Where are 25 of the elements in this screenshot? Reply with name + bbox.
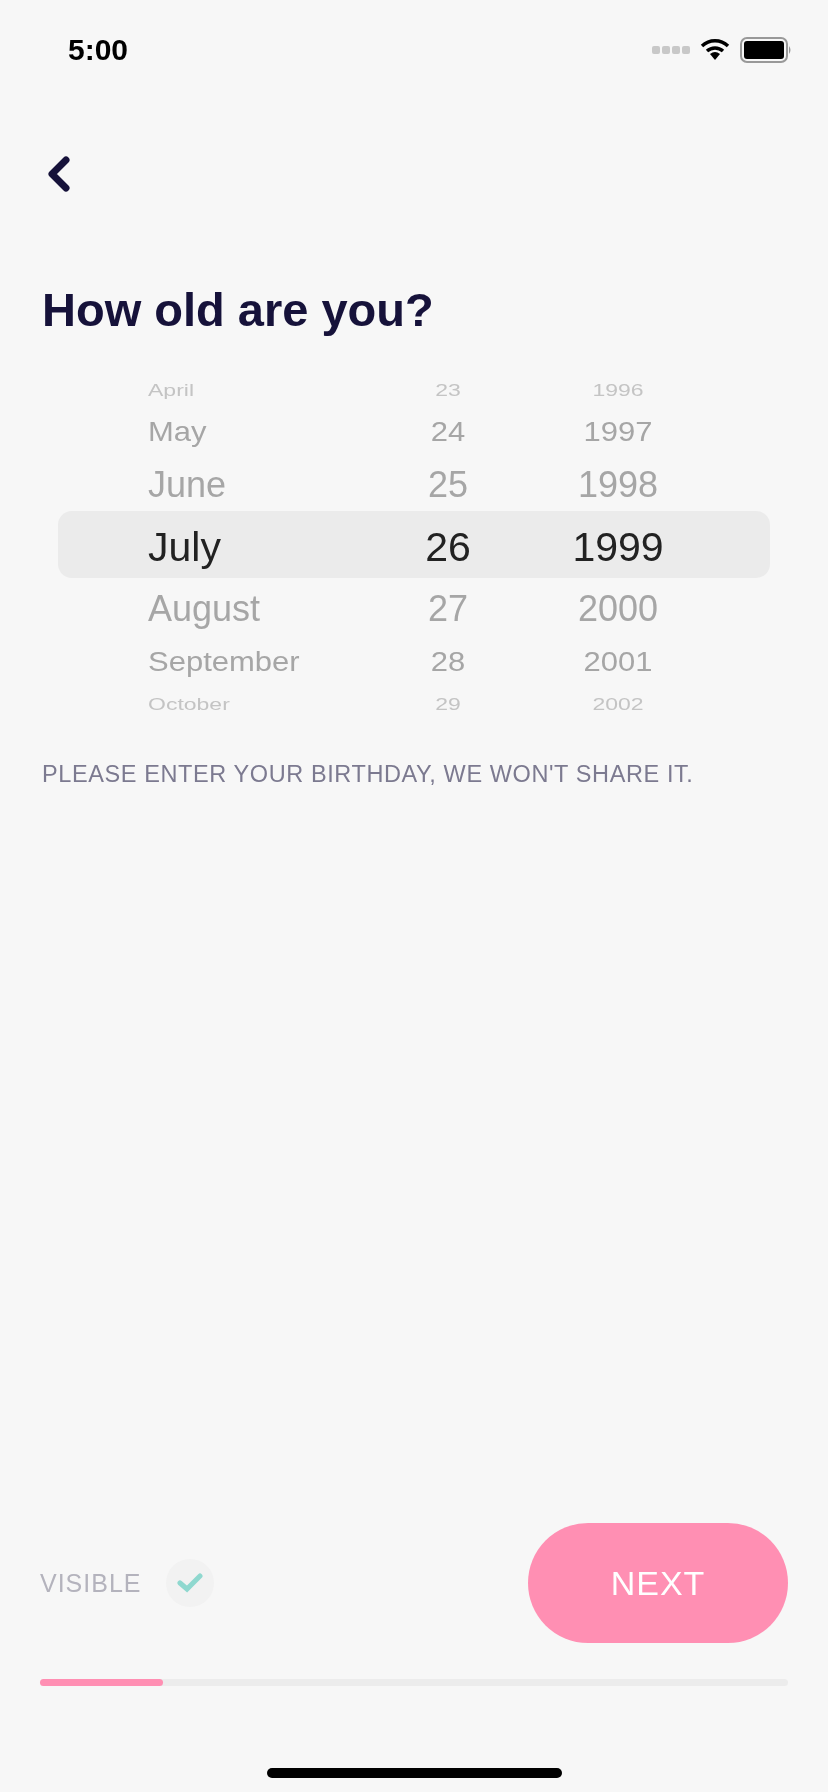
picker-option[interactable]: 28 bbox=[430, 640, 466, 684]
signal-icon bbox=[652, 45, 690, 55]
picker-option[interactable]: 1997 bbox=[583, 410, 653, 454]
picker-option[interactable]: 2001 bbox=[583, 640, 653, 684]
page-title: How old are you? bbox=[42, 282, 435, 337]
picker-option[interactable]: 27 bbox=[427, 580, 468, 638]
next-button[interactable]: NEXT bbox=[528, 1523, 788, 1643]
picker-option[interactable]: 2000 bbox=[577, 580, 659, 638]
picker-option[interactable]: August bbox=[148, 580, 261, 638]
picker-option[interactable]: September bbox=[148, 640, 300, 684]
check-icon bbox=[176, 1573, 203, 1593]
picker-option[interactable]: 1999 bbox=[572, 514, 664, 580]
picker-option[interactable]: July bbox=[148, 514, 221, 580]
picker-option[interactable]: 26 bbox=[425, 514, 471, 580]
chevron-left-icon bbox=[45, 156, 71, 192]
picker-option[interactable]: June bbox=[148, 456, 227, 514]
status-time: 5:00 bbox=[68, 33, 129, 67]
picker-option[interactable]: 25 bbox=[427, 456, 468, 514]
picker-option[interactable]: 24 bbox=[430, 410, 466, 454]
picker-option[interactable]: May bbox=[148, 410, 207, 454]
wifi-icon bbox=[700, 39, 730, 61]
visible-label: VISIBLE bbox=[40, 1568, 142, 1598]
battery-icon bbox=[740, 37, 792, 63]
hint-text: PLEASE ENTER YOUR BIRTHDAY, WE WON'T SHARE IT. bbox=[42, 761, 695, 788]
picker-option[interactable]: 1998 bbox=[577, 456, 659, 514]
